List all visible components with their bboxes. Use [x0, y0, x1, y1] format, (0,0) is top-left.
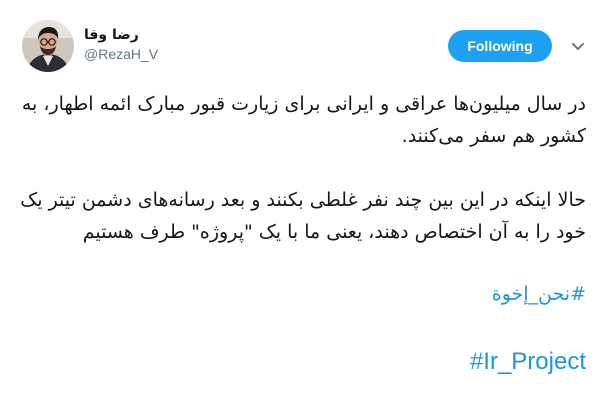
tweet-paragraph: حالا اینکه در این بین چند نفر غلطی بکنند…: [20, 189, 586, 243]
hashtag-link[interactable]: #Ir_Project: [20, 346, 586, 378]
tweet-text: در سال میلیون‌ها عراقی و ایرانی برای زیا…: [20, 88, 586, 378]
display-name[interactable]: رضا وفا: [84, 25, 284, 45]
hashtag-link[interactable]: #نحن_إخوة: [20, 278, 586, 310]
chevron-down-icon[interactable]: [568, 36, 588, 56]
following-button[interactable]: Following: [448, 30, 552, 62]
user-info[interactable]: رضا وفا @RezaH_V: [84, 25, 284, 63]
profile-photo-icon: [22, 20, 74, 72]
tweet-card: رضا وفا @RezaH_V Following در سال میلیون…: [0, 0, 607, 408]
tweet-header: رضا وفا @RezaH_V Following: [22, 20, 597, 72]
avatar[interactable]: [22, 20, 74, 72]
user-handle[interactable]: @RezaH_V: [84, 45, 284, 63]
tweet-paragraph: در سال میلیون‌ها عراقی و ایرانی برای زیا…: [21, 93, 586, 147]
